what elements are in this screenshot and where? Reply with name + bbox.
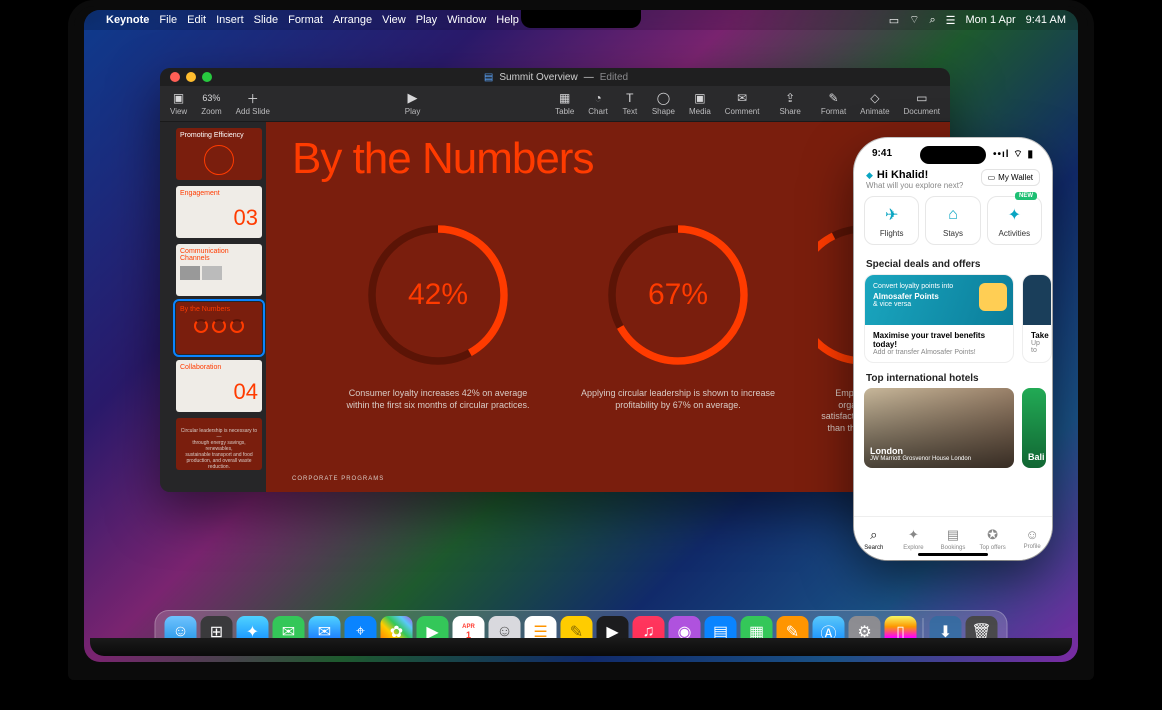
iphone-signal-icon: ••ıl ⌔ ▮ (993, 148, 1034, 161)
menubar-app[interactable]: Keynote (106, 14, 149, 26)
slide-footer: CORPORATE PROGRAMS (292, 476, 384, 482)
menu-window[interactable]: Window (447, 14, 486, 26)
titlebar[interactable]: ▤ Summit Overview — Edited (160, 68, 950, 86)
greeting: Hi Khalid! (877, 169, 928, 181)
animate-button[interactable]: ◇Animate (860, 91, 889, 116)
ring-chart-2: 67% (603, 220, 753, 370)
window-title: Summit Overview (499, 72, 577, 83)
hotel-card-2[interactable]: Bali (1022, 388, 1046, 468)
search-icon[interactable]: ⌕ (929, 14, 935, 27)
menu-view[interactable]: View (382, 14, 406, 26)
new-badge: NEW (1015, 192, 1037, 200)
text-button[interactable]: TText (622, 91, 638, 116)
chart-button[interactable]: ◔Chart (588, 91, 608, 116)
stays-button[interactable]: ⌂Stays (925, 196, 980, 245)
zoom-button[interactable]: 63%Zoom (201, 91, 221, 116)
wallet-button[interactable]: ▭ My Wallet (981, 169, 1040, 186)
menu-format[interactable]: Format (288, 14, 323, 26)
hotels-heading: Top international hotels (854, 369, 1052, 388)
slide-thumb-7[interactable]: 7Engagement03 (176, 186, 262, 238)
media-button[interactable]: ▣Media (689, 91, 711, 116)
balloon-icon: ✦ (1004, 205, 1024, 225)
slide-thumb-11[interactable]: 11Circular leadership is necessary to—th… (176, 418, 262, 470)
menu-insert[interactable]: Insert (216, 14, 244, 26)
view-button[interactable]: ▣View (170, 91, 187, 116)
slide-thumb-10[interactable]: 10Collaboration04 (176, 360, 262, 412)
ticket-icon: ▤ (947, 527, 959, 543)
menu-help[interactable]: Help (496, 14, 519, 26)
slide-canvas[interactable]: By the Numbers 42% Consumer loyalty incr… (266, 122, 950, 492)
laptop-base (90, 638, 1072, 656)
tag-icon: ✪ (987, 527, 998, 543)
fullscreen-button[interactable] (202, 72, 212, 82)
play-button[interactable]: ▶Play (405, 91, 421, 116)
shape-button[interactable]: ◯Shape (652, 91, 675, 116)
deals-heading: Special deals and offers (854, 255, 1052, 274)
share-button[interactable]: ⇪Share (779, 91, 800, 116)
greeting-sub: What will you explore next? (866, 181, 963, 190)
ring-caption-1: Consumer loyalty increases 42% on averag… (338, 388, 538, 411)
macos-desktop: Keynote File Edit Insert Slide Format Ar… (84, 10, 1078, 662)
plane-icon: ✈ (882, 205, 902, 225)
slide-thumb-9[interactable]: 9By the Numbers (176, 302, 262, 354)
menu-slide[interactable]: Slide (254, 14, 278, 26)
iphone-mirror: 9:41 ••ıl ⌔ ▮ ◆ Hi Khalid! What will you… (854, 138, 1052, 560)
table-button[interactable]: ▦Table (555, 91, 574, 116)
ring-caption-2: Applying circular leadership is shown to… (578, 388, 778, 411)
control-center-icon[interactable]: ☰ (946, 14, 956, 27)
add-slide-button[interactable]: ＋Add Slide (236, 91, 270, 116)
ring-chart-1: 42% (363, 220, 513, 370)
close-button[interactable] (170, 72, 180, 82)
laptop-notch (521, 10, 641, 28)
window-status: Edited (600, 72, 628, 83)
comment-button[interactable]: ✉Comment (725, 91, 760, 116)
laptop-frame: Keynote File Edit Insert Slide Format Ar… (68, 0, 1094, 680)
menu-edit[interactable]: Edit (187, 14, 206, 26)
document-button[interactable]: ▭Document (904, 91, 940, 116)
app-logo-icon: ◆ (866, 170, 873, 181)
search-tab-icon: ⌕ (870, 527, 877, 543)
toolbar: ▣View 63%Zoom ＋Add Slide ▶Play ▦Table ◔C… (160, 86, 950, 122)
minimize-button[interactable] (186, 72, 196, 82)
compass-icon: ✦ (908, 527, 919, 543)
menu-file[interactable]: File (159, 14, 177, 26)
slide-title: By the Numbers (292, 134, 924, 184)
tab-search[interactable]: ⌕Search (854, 517, 894, 560)
offer-card-2[interactable]: TakeUp to (1022, 274, 1052, 363)
hotel-card-1[interactable]: London JW Marriott Grosvenor House Londo… (864, 388, 1014, 468)
iphone-time: 9:41 (872, 148, 892, 161)
flights-button[interactable]: ✈Flights (864, 196, 919, 245)
menu-play[interactable]: Play (416, 14, 437, 26)
home-indicator[interactable] (918, 553, 988, 556)
menubar-time[interactable]: 9:41 AM (1026, 14, 1066, 26)
slide-thumb-6[interactable]: 6Promoting Efficiency (176, 128, 262, 180)
format-button[interactable]: ✎Format (821, 91, 846, 116)
activities-button[interactable]: NEW✦Activities (987, 196, 1042, 245)
person-icon: ☺ (1026, 527, 1039, 542)
battery-icon[interactable]: ▭ (889, 14, 899, 27)
slide-thumb-8[interactable]: 8Communication Channels (176, 244, 262, 296)
offer-card-1[interactable]: Convert loyalty points intoAlmosafer Poi… (864, 274, 1014, 363)
wallet-icon: ▭ (988, 173, 996, 182)
iphone-dynamic-island (920, 146, 986, 164)
bed-icon: ⌂ (943, 205, 963, 225)
menubar-date[interactable]: Mon 1 Apr (966, 14, 1016, 26)
wifi-icon[interactable]: ⌔ (909, 13, 919, 27)
keynote-window: ▤ Summit Overview — Edited ▣View 63%Zoom… (160, 68, 950, 492)
menu-arrange[interactable]: Arrange (333, 14, 372, 26)
document-icon: ▤ (484, 72, 493, 83)
tab-profile[interactable]: ☺Profile (1012, 517, 1052, 560)
slide-navigator[interactable]: 6Promoting Efficiency 7Engagement03 8Com… (160, 122, 266, 492)
